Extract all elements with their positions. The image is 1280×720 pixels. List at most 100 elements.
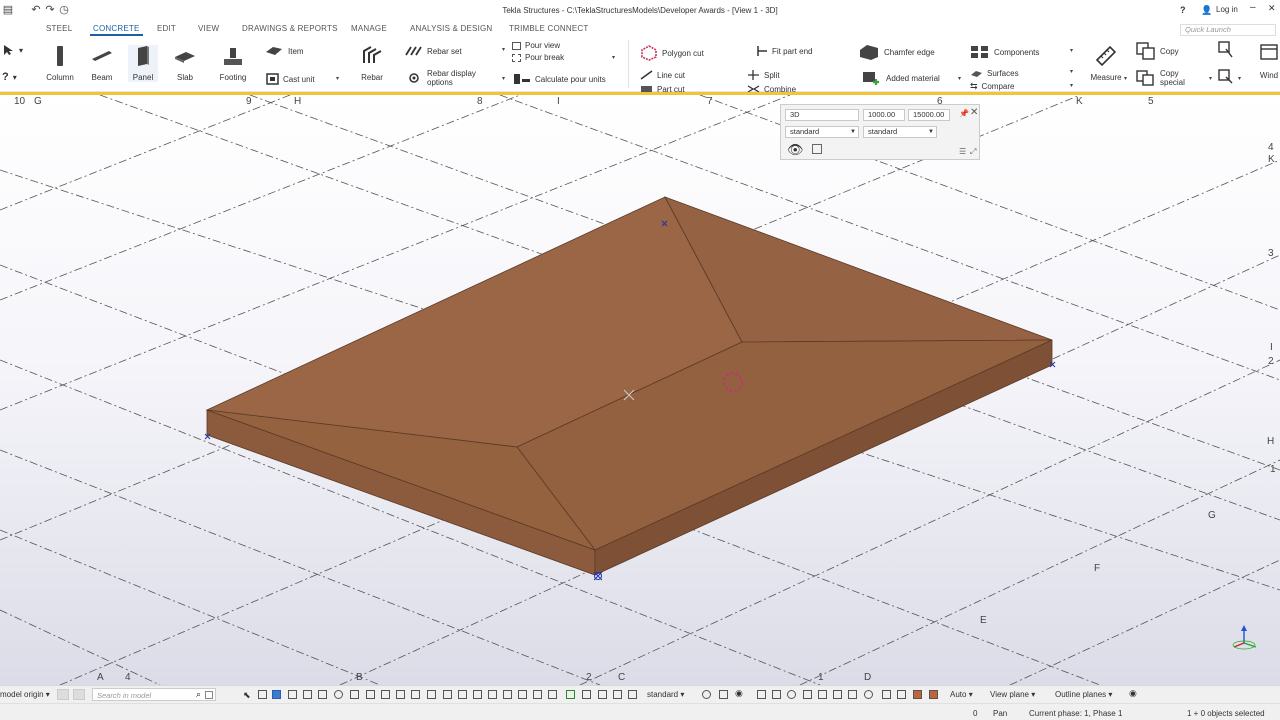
tab-steel[interactable]: STEEL	[46, 24, 72, 33]
copy-special-button[interactable]: Copy special	[1136, 69, 1194, 87]
snap-free-icon[interactable]	[897, 690, 906, 699]
remove-icon[interactable]	[73, 689, 85, 700]
rebar-set-button[interactable]: Rebar set	[405, 45, 462, 57]
slab-button[interactable]: Slab	[170, 45, 200, 82]
cast-unit-dropdown[interactable]: ▾	[336, 75, 339, 82]
snap-nearest-icon[interactable]	[864, 690, 873, 699]
select-ref-icon[interactable]	[613, 690, 622, 699]
select-rebar-icon[interactable]	[411, 690, 420, 699]
view-settings-icon[interactable]	[812, 144, 822, 154]
surfaces-button[interactable]: Surfaces	[970, 67, 1019, 79]
added-material-button[interactable]: Added material	[862, 70, 940, 86]
filter-settings-icon[interactable]	[702, 690, 711, 699]
model-canvas[interactable]: 10 G 9 H 8 I 7 6 K 5 4 K 3 I 2 H 1 G F E…	[0, 95, 1280, 685]
select-parts-icon[interactable]	[272, 690, 281, 699]
select-all-icon[interactable]	[258, 690, 267, 699]
measure-button[interactable]: Measure	[1088, 45, 1124, 82]
select-tree-icon[interactable]	[598, 690, 607, 699]
beam-button[interactable]: Beam	[87, 45, 117, 82]
select-surface-icon[interactable]	[288, 690, 297, 699]
concrete-slab[interactable]	[205, 196, 1053, 576]
search-options-icon[interactable]	[205, 691, 213, 699]
snap-center-icon[interactable]	[787, 690, 796, 699]
snap-ref-line-icon[interactable]	[913, 690, 922, 699]
footing-button[interactable]: Footing	[214, 45, 252, 82]
move-special-button[interactable]	[1218, 69, 1234, 85]
search-icon[interactable]: ⌕	[196, 689, 201, 700]
depth-up-field[interactable]: 1000.00	[863, 109, 905, 121]
help-icon[interactable]: ?	[1180, 5, 1186, 15]
calculate-pour-units-button[interactable]: Calculate pour units	[513, 73, 606, 85]
select-toggle-icon[interactable]	[518, 690, 527, 699]
rebar-set-dropdown[interactable]: ▾	[502, 46, 505, 53]
pour-break-button[interactable]: Pour break	[512, 53, 564, 62]
search-in-model-input[interactable]: Search in model ⌕	[92, 688, 216, 701]
surfaces-dropdown[interactable]: ▾	[1070, 68, 1073, 75]
view-eye-icon[interactable]: ◉	[735, 688, 743, 699]
select-surface-treatment-icon[interactable]	[533, 690, 542, 699]
snap-line-icon[interactable]	[848, 690, 857, 699]
add-icon[interactable]	[57, 689, 69, 700]
select-tool[interactable]: ▾	[2, 44, 23, 56]
added-material-dropdown[interactable]: ▾	[958, 75, 961, 82]
login-link[interactable]: Log in	[1216, 5, 1238, 14]
snap-perpendicular-icon[interactable]	[833, 690, 842, 699]
select-views-icon[interactable]	[366, 690, 375, 699]
select-points-icon[interactable]	[303, 690, 312, 699]
snap-intersection-icon[interactable]	[818, 690, 827, 699]
expand-icon[interactable]: ⤢	[970, 147, 976, 157]
tab-concrete[interactable]: CONCRETE	[90, 24, 142, 36]
select-grids-icon[interactable]	[427, 690, 436, 699]
select-objects-icon[interactable]	[488, 690, 497, 699]
copy-special-dropdown[interactable]: ▾	[1209, 75, 1212, 82]
snap-geometry-icon[interactable]	[929, 690, 938, 699]
snap-grid-icon[interactable]	[882, 690, 891, 699]
tab-edit[interactable]: EDIT	[157, 24, 176, 33]
tab-trimble-connect[interactable]: TRIMBLE CONNECT	[509, 24, 588, 33]
select-nested-icon[interactable]	[582, 690, 591, 699]
panel-button[interactable]: Panel	[128, 45, 158, 82]
select-cuts-icon[interactable]	[350, 690, 359, 699]
list-icon[interactable]: ☰	[959, 147, 966, 156]
move-special-dropdown[interactable]: ▾	[1238, 75, 1241, 82]
line-cut-button[interactable]: Line cut	[640, 69, 685, 81]
windows-button[interactable]: Wind	[1254, 43, 1280, 80]
user-icon[interactable]: 👤	[1201, 5, 1212, 16]
chamfer-edge-button[interactable]: Chamfer edge	[858, 43, 935, 61]
pour-dropdown[interactable]: ▾	[612, 54, 615, 61]
polygon-cut-button[interactable]: Polygon cut	[640, 45, 704, 61]
compare-button[interactable]: ⇆ Compare	[970, 81, 1014, 92]
select-assemblies-icon[interactable]	[473, 690, 482, 699]
filter-select-1[interactable]: standard ▼	[785, 126, 859, 138]
visibility-eye-icon[interactable]: ◉	[1129, 688, 1137, 699]
snap-end-icon[interactable]	[772, 690, 781, 699]
status-phase[interactable]: Current phase: 1, Phase 1	[1029, 709, 1122, 718]
tab-view[interactable]: VIEW	[198, 24, 219, 33]
select-bolts-icon[interactable]	[381, 690, 390, 699]
copy-button[interactable]: Copy	[1136, 42, 1179, 60]
select-pours-icon[interactable]	[458, 690, 467, 699]
help-select-tool[interactable]: ? ▾	[2, 71, 17, 83]
pour-view-button[interactable]: Pour view	[512, 41, 560, 50]
split-button[interactable]: Split	[747, 69, 780, 81]
cast-unit-button[interactable]: Cast unit	[266, 73, 315, 85]
snap-mid-icon[interactable]	[803, 690, 812, 699]
origin-select[interactable]: model origin ▾	[0, 690, 50, 699]
view-type-field[interactable]: 3D	[785, 109, 859, 121]
rebar-button[interactable]: Rebar	[356, 45, 388, 82]
select-filter-icon[interactable]	[503, 690, 512, 699]
item-button[interactable]: Item	[264, 45, 304, 57]
depth-down-field[interactable]: 15000.00	[908, 109, 950, 121]
tab-manage[interactable]: MANAGE	[351, 24, 387, 33]
select-welds-icon[interactable]	[334, 690, 343, 699]
select-components-icon[interactable]	[396, 690, 405, 699]
model-view-3d[interactable]: 10 G 9 H 8 I 7 6 K 5 4 K 3 I 2 H 1 G F E…	[0, 95, 1280, 685]
filter-select-2[interactable]: standard ▼	[863, 126, 937, 138]
plane-select[interactable]: View plane ▾	[990, 690, 1035, 699]
snap-point-icon[interactable]	[757, 690, 766, 699]
select-custom-icon[interactable]	[628, 690, 637, 699]
minimize-icon[interactable]: –	[1250, 2, 1256, 13]
components-button[interactable]: Components	[970, 45, 1039, 59]
tab-analysis-design[interactable]: ANALYSIS & DESIGN	[410, 24, 492, 33]
select-reference-icon[interactable]	[443, 690, 452, 699]
